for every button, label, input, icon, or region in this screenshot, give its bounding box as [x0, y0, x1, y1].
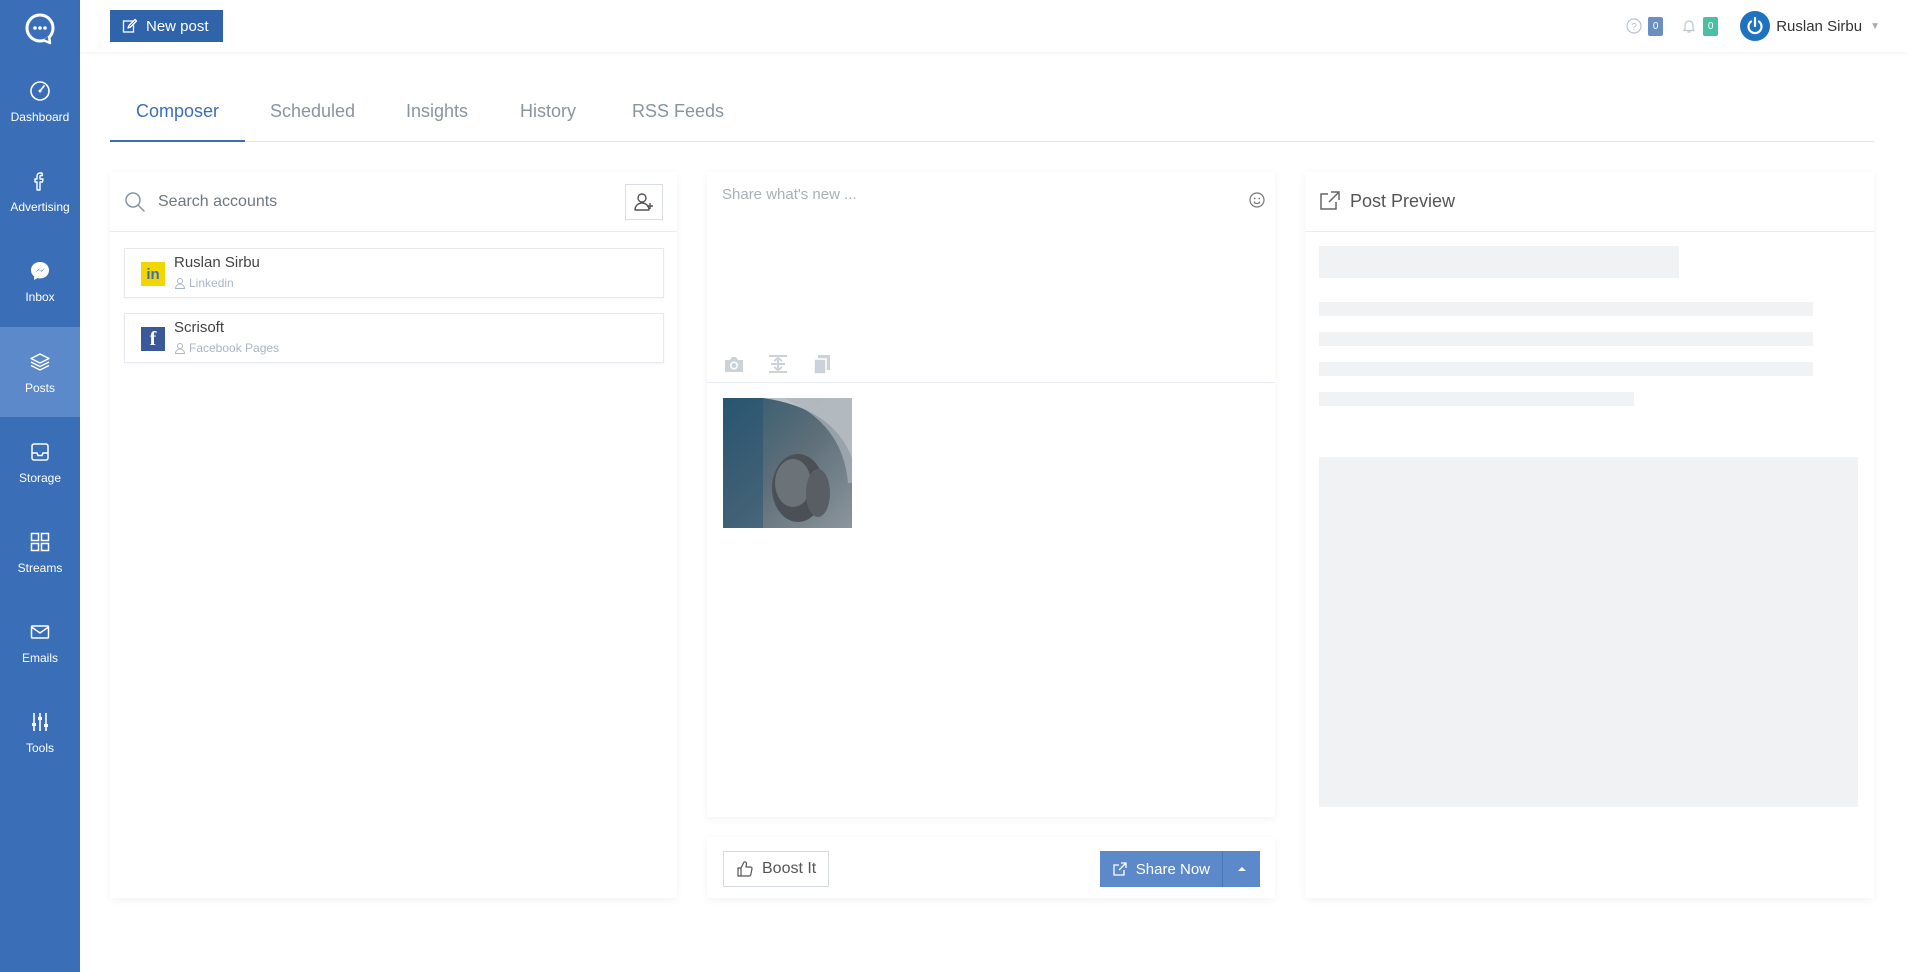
thumbs-up-icon: [737, 861, 753, 877]
preview-placeholder-line: [1319, 392, 1634, 406]
account-search-bar: [110, 172, 677, 232]
camera-icon[interactable]: [722, 352, 746, 376]
sidebar-item-label: Dashboard: [10, 110, 70, 124]
tab-scheduled[interactable]: Scheduled: [244, 86, 381, 142]
accounts-panel: in Ruslan Sirbu Linkedin f Scrisoft Face…: [110, 172, 677, 898]
attached-image: [723, 398, 852, 528]
sidebar-item-posts[interactable]: Posts: [0, 327, 80, 417]
notifications-menu[interactable]: 0: [1681, 16, 1719, 36]
help-count-badge: 0: [1648, 16, 1664, 36]
linkedin-icon: in: [141, 262, 165, 286]
top-bar: New post ? 0 0 Ruslan Sirbu ▼: [80, 0, 1908, 52]
share-button-group: Share Now: [1099, 851, 1260, 887]
copy-icon[interactable]: [810, 352, 834, 376]
layers-icon: [27, 349, 53, 375]
emoji-icon[interactable]: [1249, 192, 1265, 213]
search-accounts-input[interactable]: [158, 186, 608, 218]
power-icon: [1747, 16, 1763, 35]
composer-divider: [707, 382, 1275, 383]
svg-text:?: ?: [1631, 22, 1637, 33]
chevron-down-icon: ▼: [1870, 20, 1880, 32]
tab-history[interactable]: History: [494, 86, 602, 142]
preview-placeholder-image: [1319, 457, 1858, 807]
account-item-linkedin[interactable]: in Ruslan Sirbu Linkedin: [124, 248, 664, 298]
composer-toolbar: [722, 352, 834, 376]
share-now-button[interactable]: Share Now: [1099, 851, 1222, 887]
sidebar-item-inbox[interactable]: Inbox: [0, 236, 80, 326]
facebook-f-icon: [27, 168, 53, 194]
help-menu[interactable]: ? 0: [1626, 16, 1664, 36]
post-preview-title: Post Preview: [1350, 191, 1456, 211]
sidebar-item-label: Storage: [18, 471, 62, 485]
preview-placeholder-line: [1319, 332, 1813, 346]
posts-tabs: Composer Scheduled Insights History RSS …: [110, 86, 1874, 142]
attached-image-thumbnail[interactable]: [723, 398, 852, 528]
post-preview-header: Post Preview: [1305, 172, 1874, 232]
sidebar-item-label: Tools: [25, 741, 54, 755]
sidebar: Dashboard Advertising Inbox Posts Storag…: [0, 0, 80, 972]
notifications-count-badge: 0: [1703, 16, 1719, 36]
grid-icon: [27, 529, 53, 555]
bell-icon: [1683, 20, 1695, 33]
avatar: [1740, 11, 1771, 41]
question-circle-icon: ?: [1626, 18, 1642, 34]
sidebar-item-advertising[interactable]: Advertising: [0, 146, 80, 236]
speedometer-icon: [27, 78, 53, 104]
share-icon: [1113, 862, 1127, 876]
account-type-label: Linkedin: [189, 276, 234, 290]
new-post-label: New post: [146, 17, 209, 35]
app-logo[interactable]: [0, 0, 80, 56]
tab-rss-feeds[interactable]: RSS Feeds: [606, 86, 750, 142]
sidebar-item-label: Posts: [24, 381, 55, 395]
sidebar-item-emails[interactable]: Emails: [0, 597, 80, 687]
sidebar-item-streams[interactable]: Streams: [0, 507, 80, 597]
chat-bubble-logo-icon: [25, 13, 55, 45]
search-icon: [125, 192, 145, 212]
share-now-label: Share Now: [1135, 860, 1210, 878]
edit-icon: [122, 18, 138, 33]
sidebar-item-label: Advertising: [10, 200, 70, 214]
add-account-button[interactable]: [625, 184, 663, 220]
new-post-button[interactable]: New post: [110, 10, 223, 42]
post-text-input[interactable]: [722, 186, 1222, 306]
user-icon: [174, 278, 186, 289]
sidebar-item-dashboard[interactable]: Dashboard: [0, 56, 80, 146]
share-icon: [1320, 191, 1340, 210]
sidebar-item-label: Emails: [21, 651, 58, 665]
boost-it-label: Boost It: [762, 860, 817, 877]
sidebar-item-storage[interactable]: Storage: [0, 417, 80, 507]
user-name: Ruslan Sirbu: [1776, 17, 1863, 35]
add-user-icon: [634, 193, 653, 211]
preview-placeholder-header: [1319, 246, 1679, 278]
account-type: Facebook Pages: [174, 341, 279, 355]
account-item-facebook[interactable]: f Scrisoft Facebook Pages: [124, 313, 664, 363]
account-type: Linkedin: [174, 276, 234, 290]
composer-actions: Boost It Share Now: [707, 837, 1275, 898]
sliders-icon: [27, 709, 53, 735]
tab-composer[interactable]: Composer: [110, 86, 246, 142]
preview-placeholder-line: [1319, 362, 1813, 376]
messenger-icon: [27, 258, 53, 284]
boost-it-button[interactable]: Boost It: [723, 851, 830, 887]
envelope-icon: [27, 619, 53, 645]
preview-placeholder-line: [1319, 302, 1813, 316]
account-type-label: Facebook Pages: [189, 341, 280, 355]
topbar-right: ? 0 0 Ruslan Sirbu ▼: [1626, 10, 1908, 42]
tab-insights[interactable]: Insights: [380, 86, 494, 142]
sidebar-item-tools[interactable]: Tools: [0, 687, 80, 777]
facebook-icon: f: [141, 327, 165, 351]
share-options-dropdown[interactable]: [1222, 851, 1260, 887]
account-name: Ruslan Sirbu: [174, 254, 260, 271]
post-preview-panel: Post Preview: [1305, 172, 1874, 898]
composer-panel: [707, 172, 1275, 817]
text-resize-icon[interactable]: [766, 352, 790, 376]
sidebar-item-label: Inbox: [25, 290, 55, 304]
account-name: Scrisoft: [174, 319, 225, 336]
user-icon: [174, 343, 186, 354]
user-menu[interactable]: Ruslan Sirbu ▼: [1740, 11, 1880, 41]
inbox-tray-icon: [27, 439, 53, 465]
sidebar-item-label: Streams: [17, 561, 63, 575]
chevron-up-icon: [1237, 867, 1246, 871]
